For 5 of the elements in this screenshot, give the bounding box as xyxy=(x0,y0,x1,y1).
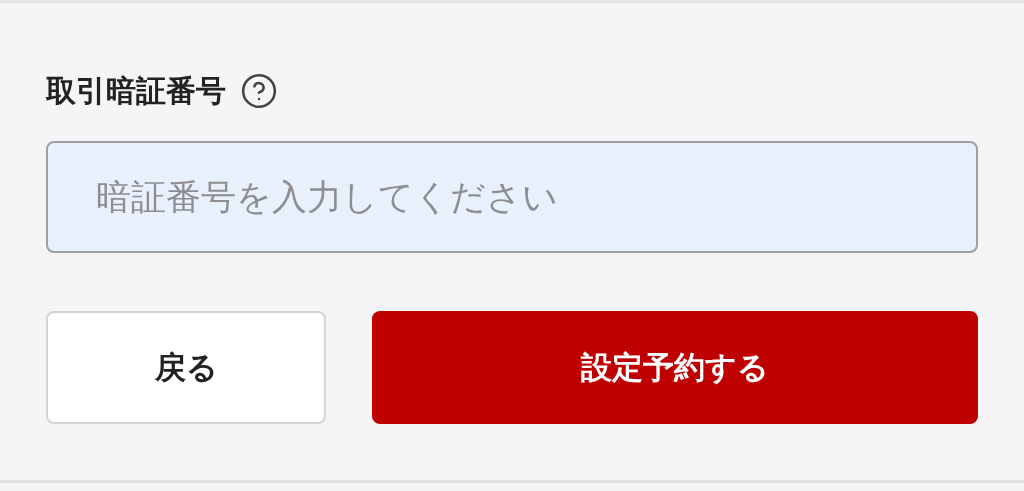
back-button[interactable]: 戻る xyxy=(46,311,326,424)
reserve-button[interactable]: 設定予約する xyxy=(372,311,978,424)
field-label: 取引暗証番号 xyxy=(46,76,226,106)
help-icon[interactable] xyxy=(240,72,278,110)
pin-input-field[interactable]: 暗証番号を入力してください xyxy=(46,141,978,253)
